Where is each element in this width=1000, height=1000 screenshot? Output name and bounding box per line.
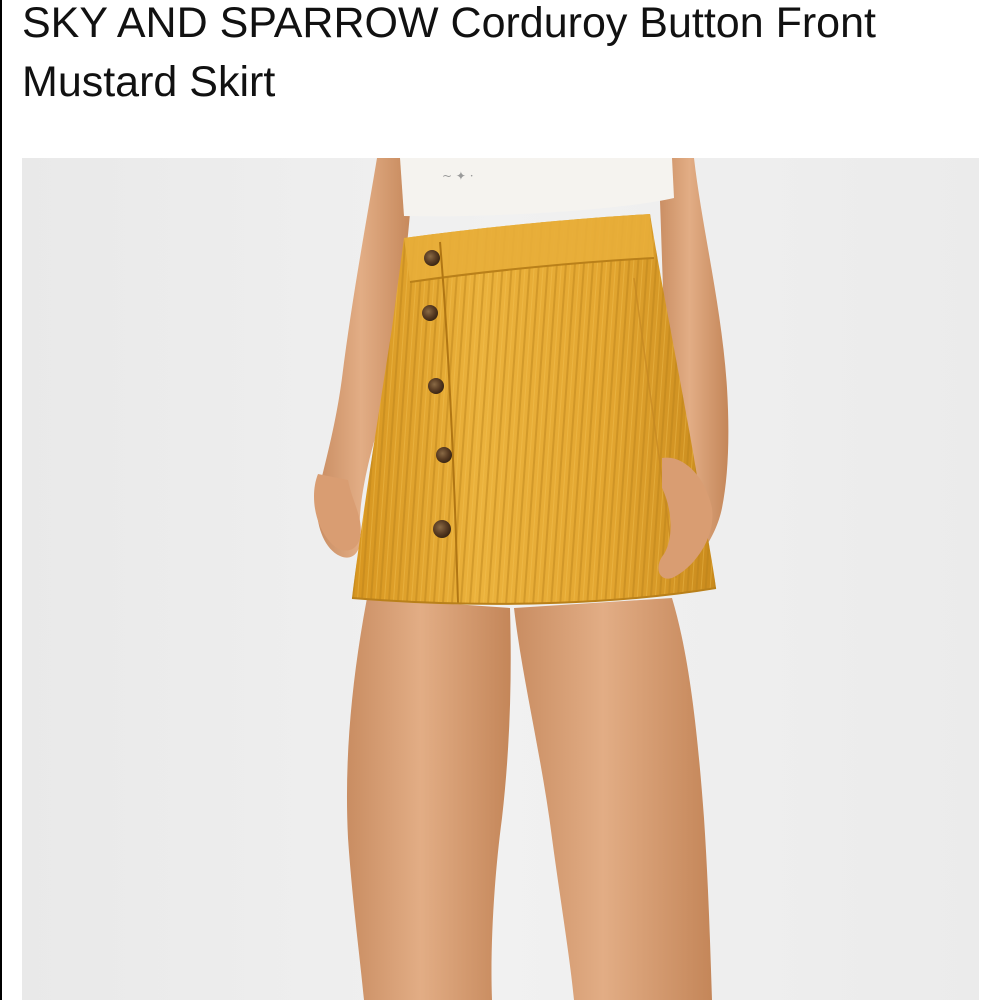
left-leg [346,598,511,1000]
skirt-photo-illustration: ~ ✦ · [22,158,979,1000]
listing-page: SKY AND SPARROW Corduroy Button Front Mu… [0,0,1000,1000]
button-3 [428,378,444,394]
button-1 [424,250,440,266]
left-edge-rule [0,0,2,1000]
button-2 [422,305,438,321]
button-5 [433,520,451,538]
button-4 [436,447,452,463]
shirt-print: ~ ✦ · [442,169,474,183]
product-photo[interactable]: ~ ✦ · [22,158,979,1000]
product-title: SKY AND SPARROW Corduroy Button Front Mu… [22,0,876,106]
